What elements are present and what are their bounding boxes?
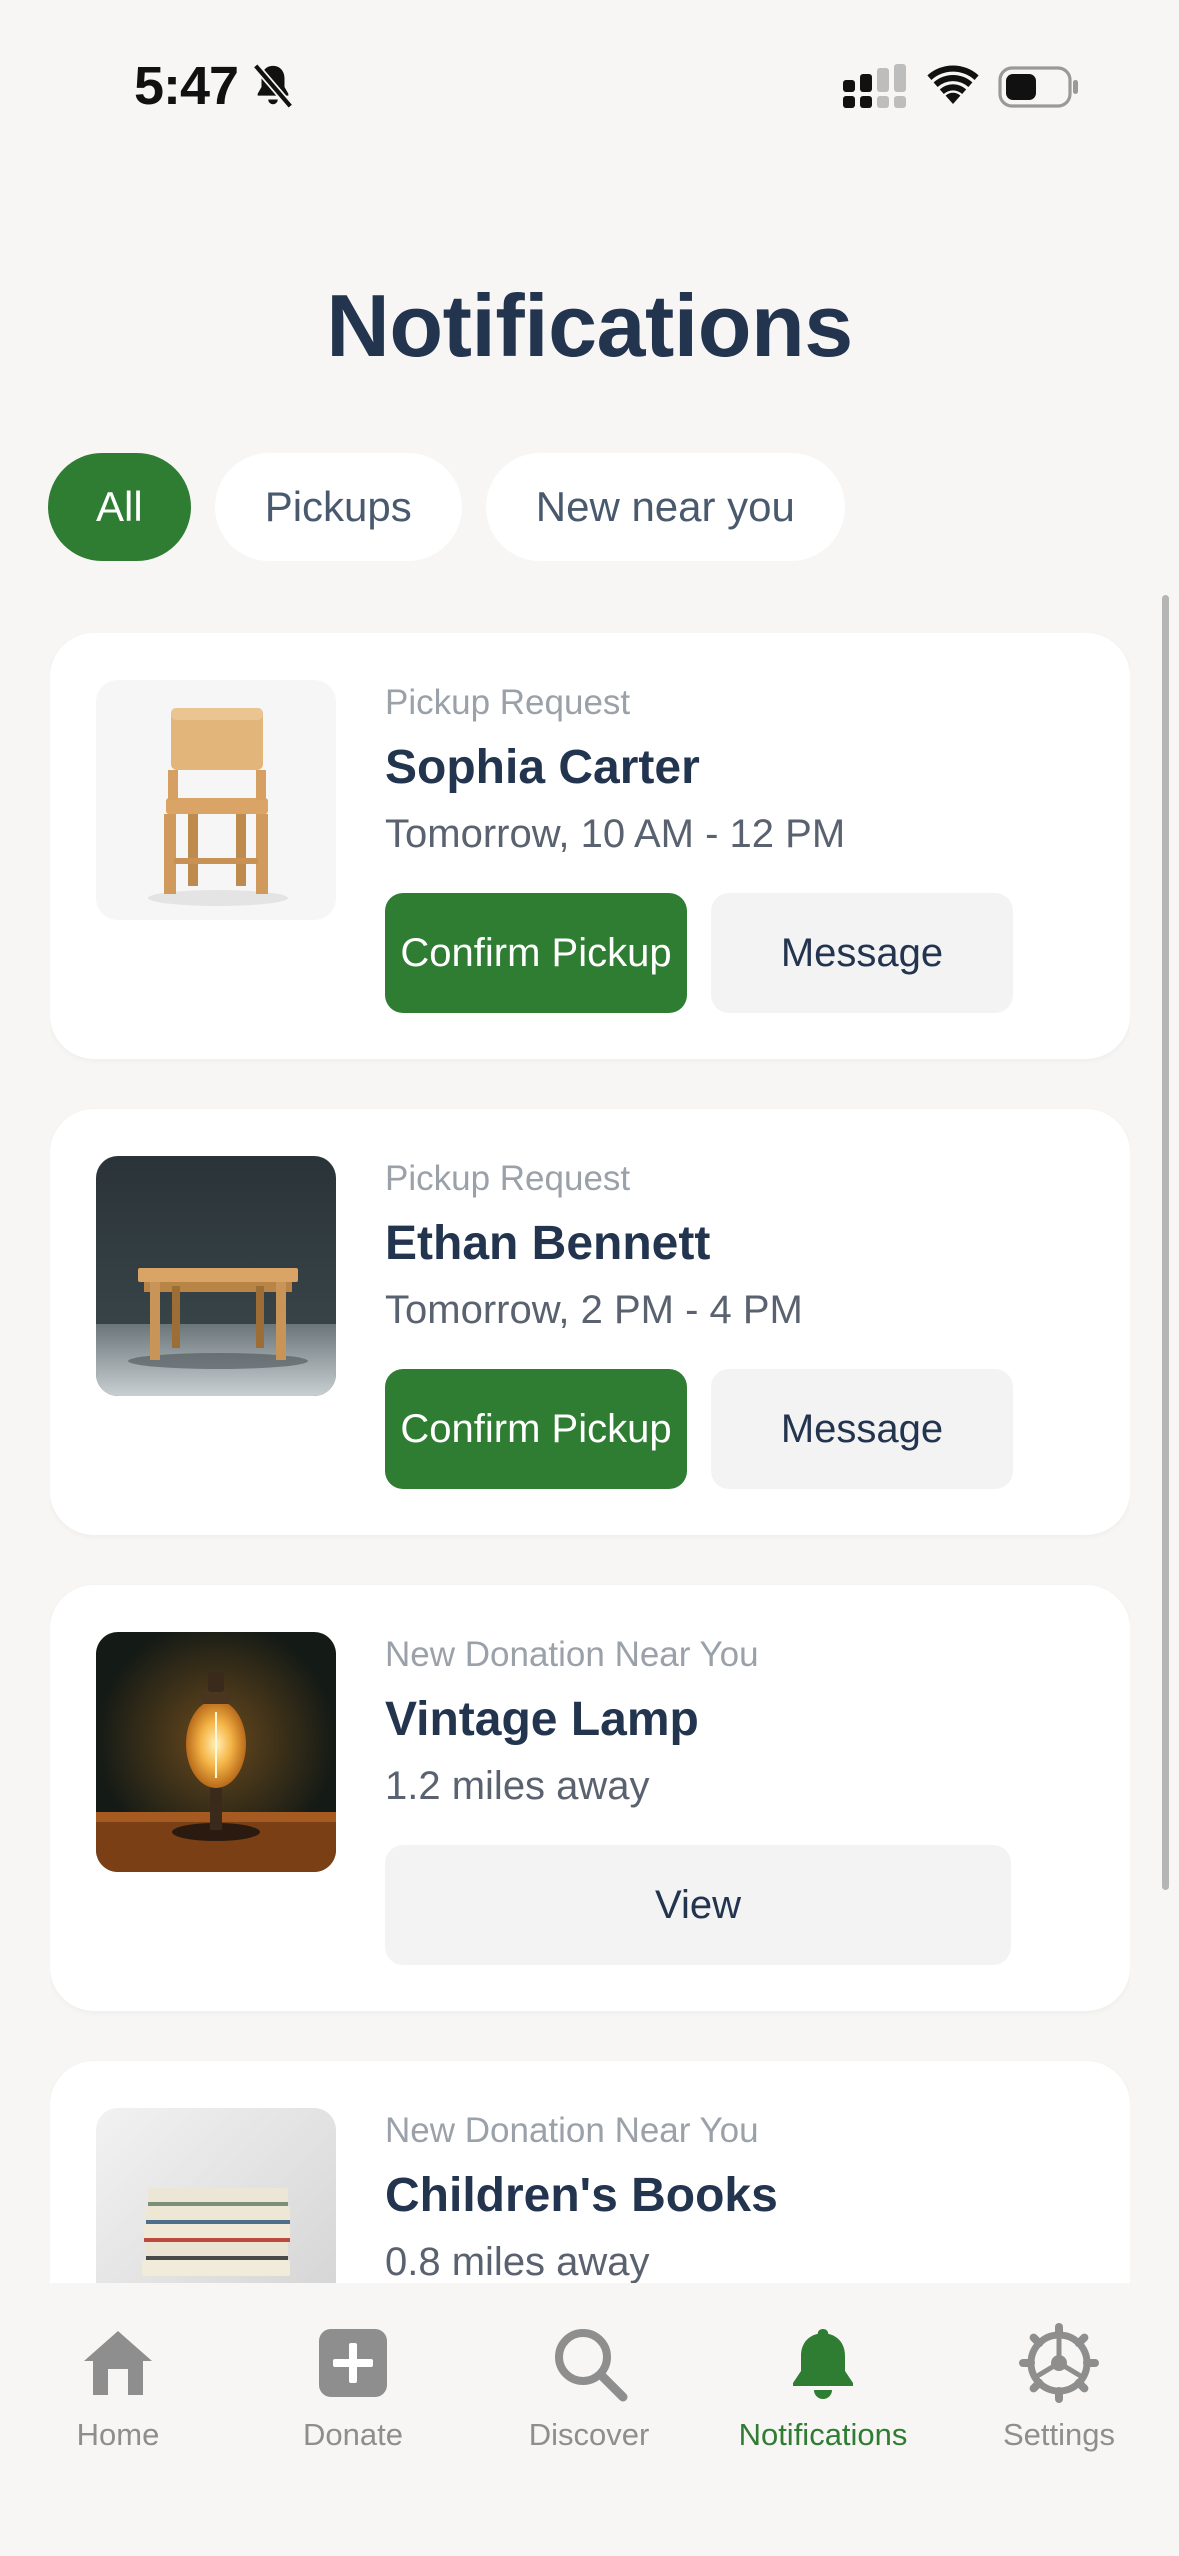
notification-card[interactable]: New Donation Near You Children's Books 0… xyxy=(50,2061,1130,2283)
notification-type: Pickup Request xyxy=(385,683,631,722)
notification-content: New Donation Near You Vintage Lamp 1.2 m… xyxy=(385,1633,1085,1811)
notification-content: Pickup Request Sophia Carter Tomorrow, 1… xyxy=(385,681,1085,859)
notification-content: Pickup Request Ethan Bennett Tomorrow, 2… xyxy=(385,1157,1085,1335)
tab-label: Settings xyxy=(1002,2417,1115,2452)
tab-notifications[interactable]: Notifications xyxy=(723,2323,923,2453)
bell-muted-icon xyxy=(252,63,294,109)
notification-name: Vintage Lamp xyxy=(385,1693,699,1746)
card-actions: Confirm Pickup Message xyxy=(385,893,1013,1013)
filter-pickups[interactable]: Pickups xyxy=(214,453,462,561)
notification-type: New Donation Near You xyxy=(385,1635,759,1674)
confirm-pickup-button[interactable]: Confirm Pickup xyxy=(385,893,687,1013)
card-actions: View xyxy=(385,1845,1011,1965)
notification-type: Pickup Request xyxy=(385,1159,631,1198)
plus-square-icon xyxy=(319,2329,387,2397)
wifi-icon xyxy=(927,65,979,104)
message-button[interactable]: Message xyxy=(711,893,1013,1013)
view-button[interactable]: View xyxy=(385,1845,1011,1965)
filter-new-near-you[interactable]: New near you xyxy=(485,453,845,561)
notification-detail: Tomorrow, 2 PM - 4 PM xyxy=(385,1288,803,1332)
wooden-chair-image xyxy=(96,680,336,920)
tab-discover[interactable]: Discover xyxy=(489,2323,689,2453)
notification-type: New Donation Near You xyxy=(385,2111,759,2150)
tab-donate[interactable]: Donate xyxy=(253,2323,453,2453)
search-icon xyxy=(555,2329,628,2402)
notification-name: Children's Books xyxy=(385,2169,778,2222)
tab-settings[interactable]: Settings xyxy=(959,2323,1159,2453)
tab-label: Notifications xyxy=(738,2417,908,2452)
filter-chips: All Pickups New near you xyxy=(48,453,845,561)
notification-detail: 0.8 miles away xyxy=(385,2240,650,2283)
message-button[interactable]: Message xyxy=(711,1369,1013,1489)
wooden-table-image xyxy=(96,1156,336,1396)
card-actions: Confirm Pickup Message xyxy=(385,1369,1013,1489)
tab-label: Donate xyxy=(303,2417,403,2452)
tab-label: Discover xyxy=(528,2417,650,2452)
tab-label: Home xyxy=(76,2417,160,2452)
notification-name: Sophia Carter xyxy=(385,741,700,794)
notification-detail: 1.2 miles away xyxy=(385,1764,650,1808)
confirm-pickup-button[interactable]: Confirm Pickup xyxy=(385,1369,687,1489)
notification-name: Ethan Bennett xyxy=(385,1217,711,1270)
notification-card[interactable]: Pickup Request Ethan Bennett Tomorrow, 2… xyxy=(50,1109,1130,1535)
gear-icon xyxy=(1019,2323,1099,2403)
scrollbar[interactable] xyxy=(1162,595,1169,1890)
home-icon xyxy=(84,2331,152,2395)
notification-list[interactable]: Pickup Request Sophia Carter Tomorrow, 1… xyxy=(50,633,1130,2283)
filter-all[interactable]: All xyxy=(48,453,191,561)
bell-icon xyxy=(793,2329,853,2399)
notification-content: New Donation Near You Children's Books 0… xyxy=(385,2109,1085,2283)
status-time: 5:47 xyxy=(134,56,239,116)
tab-bar: Home Donate Discover Notifications Setti… xyxy=(0,2283,1179,2556)
page-title: Notifications xyxy=(326,276,853,375)
battery-icon xyxy=(998,66,1078,108)
notification-detail: Tomorrow, 10 AM - 12 PM xyxy=(385,812,846,856)
status-bar: 5:47 xyxy=(0,0,1179,170)
tab-home[interactable]: Home xyxy=(18,2323,218,2453)
notification-card[interactable]: New Donation Near You Vintage Lamp 1.2 m… xyxy=(50,1585,1130,2011)
vintage-lamp-image xyxy=(96,1632,336,1872)
book-stack-image xyxy=(96,2108,336,2283)
notification-card[interactable]: Pickup Request Sophia Carter Tomorrow, 1… xyxy=(50,633,1130,1059)
cellular-signal-icon xyxy=(843,64,906,108)
